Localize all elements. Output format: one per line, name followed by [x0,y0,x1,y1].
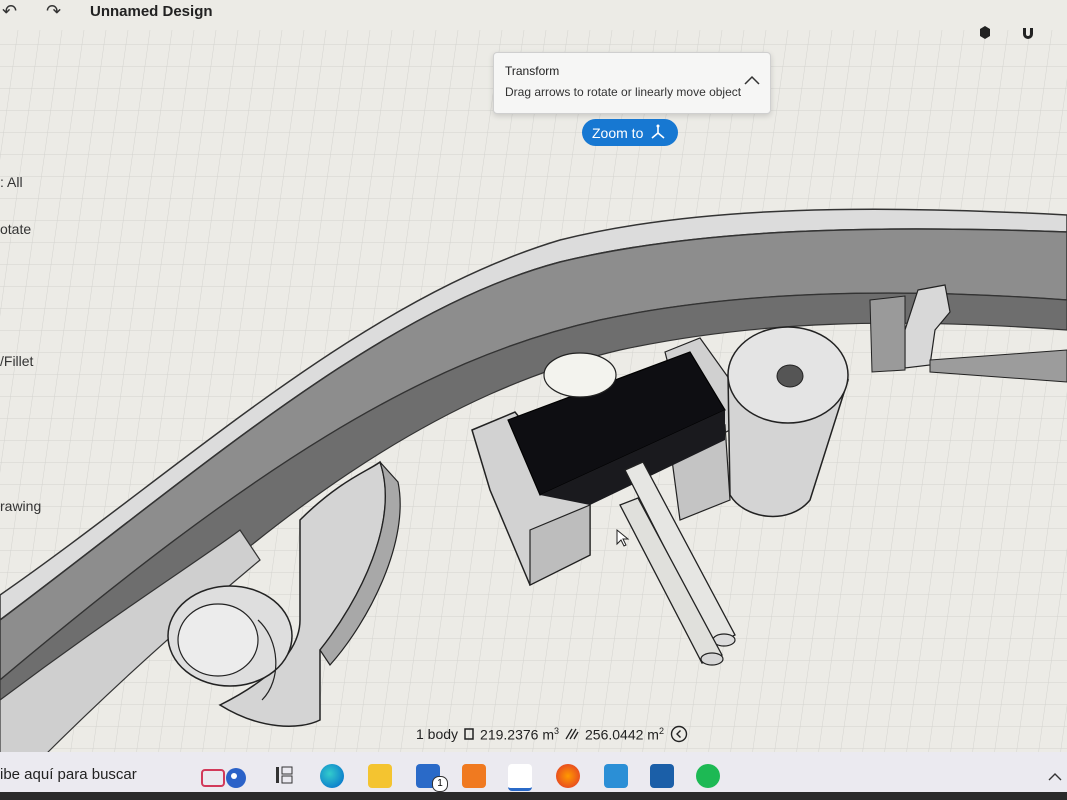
chevron-up-icon[interactable] [744,75,760,85]
document-title: Unnamed Design [90,3,213,20]
volume-value: 219.2376 m3 [480,725,560,743]
task-view-icon[interactable] [274,764,296,786]
zoom-to-label: Zoom to [592,124,644,141]
tooltip-title: Transform [505,64,560,78]
edge-browser-icon[interactable] [320,764,344,788]
tray-chevron-icon[interactable] [1048,772,1062,782]
area-icon [565,728,579,740]
shapr3d-app-icon[interactable] [508,764,532,791]
volume-icon [464,728,474,740]
magnet-icon[interactable] [1020,25,1036,41]
zoom-to-button[interactable]: Zoom to [582,119,678,146]
transform-tooltip: Transform Drag arrows to rotate or linea… [493,52,771,114]
model-stats-bar: 1 body 219.2376 m3 256.0442 m2 [416,724,688,744]
axes-icon [651,124,665,139]
undo-icon[interactable]: ↶ [2,0,17,22]
file-explorer-icon[interactable] [368,764,392,788]
title-bar: ↶ ↷ Unnamed Design [0,0,1067,39]
media-player-icon[interactable] [462,764,486,788]
taskbar-search-box[interactable]: ibe aquí para buscar [0,760,185,792]
screen-bezel [0,792,1067,800]
tooltip-subtitle: Drag arrows to rotate or linearly move o… [505,85,742,99]
body-count: 1 body [416,726,459,742]
search-highlight-icon[interactable] [200,762,250,792]
spotify-icon[interactable] [696,764,720,788]
select-all-item[interactable]: : All [0,174,23,190]
redo-icon[interactable]: ↷ [46,0,61,22]
area-value: 256.0442 m2 [585,725,664,743]
drawing-item[interactable]: rawing [0,498,41,514]
mail-badge: 1 [432,776,448,792]
skype-icon[interactable] [650,764,674,788]
rotate-item[interactable]: otate [0,221,31,237]
collapse-chevron-icon[interactable] [670,725,688,743]
firefox-icon[interactable] [556,764,580,788]
store-icon[interactable] [604,764,628,788]
cube-icon[interactable] [978,25,992,39]
3d-viewport[interactable] [0,0,1067,800]
fillet-item[interactable]: /Fillet [0,353,33,369]
